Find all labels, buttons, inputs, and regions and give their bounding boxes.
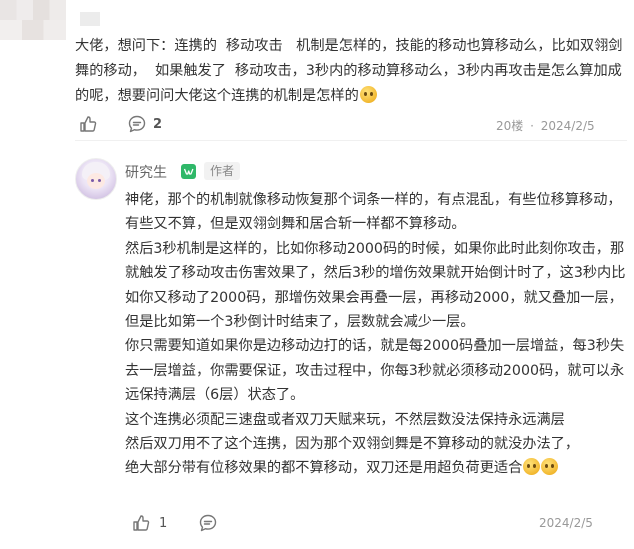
- grin-emoji-icon: [523, 458, 541, 476]
- root-reply-button[interactable]: 2: [127, 114, 162, 134]
- thumbs-up-icon: [80, 116, 97, 132]
- root-like-button[interactable]: [78, 114, 98, 134]
- reply-avatar[interactable]: [75, 158, 117, 200]
- reply-content: 神佬，那个的机制就像移动恢复那个词条一样的，有点混乱，有些位移算移动，有些又不算…: [125, 188, 631, 481]
- comment-divider: [75, 140, 627, 141]
- thumbs-up-icon: [133, 515, 150, 531]
- root-reply-count: 2: [153, 116, 163, 132]
- root-comment-content: 大佬，想问下：连携的 移动攻击 机制是怎样的，技能的移动也算移动么，比如双翎剑舞…: [75, 34, 627, 109]
- root-comment-text: 大佬，想问下：连携的 移动攻击 机制是怎样的，技能的移动也算移动么，比如双翎剑舞…: [75, 38, 623, 104]
- reply-like-count: 1: [159, 515, 168, 531]
- author-badge: 作者: [204, 162, 241, 180]
- root-comment-meta: 20楼 · 2024/2/5: [496, 117, 595, 134]
- reply-date: 2024/2/5: [539, 516, 593, 530]
- reply-author-name[interactable]: 研究生: [125, 162, 167, 182]
- meta-separator: ·: [530, 119, 534, 133]
- reply-comment-button[interactable]: [198, 513, 218, 533]
- grin-emoji-icon: [541, 458, 559, 476]
- level-badge-icon: [181, 164, 196, 179]
- reply-text: 神佬，那个的机制就像移动恢复那个词条一样的，有点混乱，有些位移算移动，有些又不算…: [125, 192, 626, 477]
- root-avatar-blurred[interactable]: [0, 0, 66, 40]
- grin-emoji-icon: [359, 86, 377, 103]
- comment-bubble-icon: [128, 115, 146, 133]
- comment-bubble-icon: [199, 514, 217, 532]
- reply-like-button[interactable]: 1: [131, 513, 167, 533]
- root-floor-number: 20楼: [496, 119, 524, 133]
- root-comment-date: 2024/2/5: [540, 119, 595, 133]
- root-username-blurred[interactable]: [80, 12, 100, 26]
